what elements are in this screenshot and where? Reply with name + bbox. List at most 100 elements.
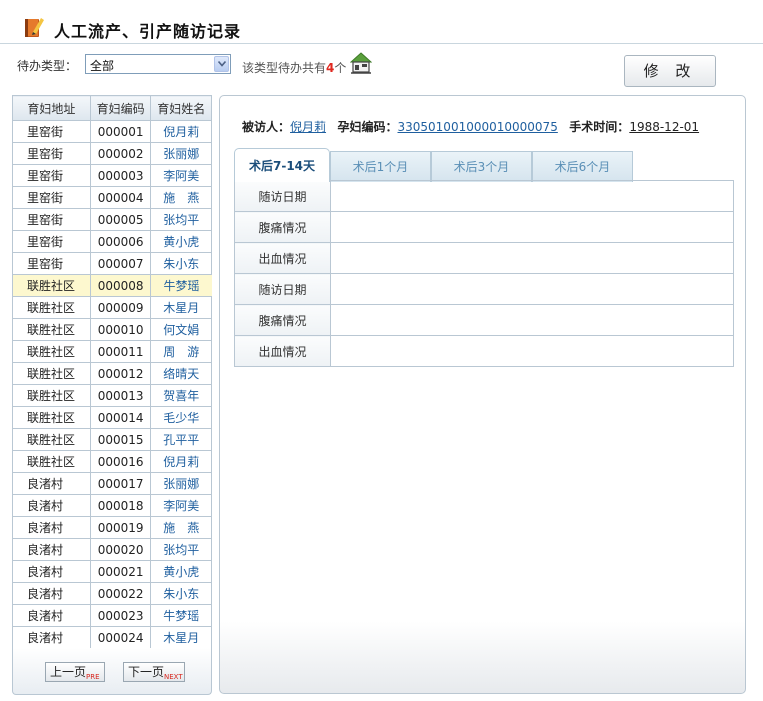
name-cell[interactable]: 周 游 <box>150 340 212 363</box>
address-cell: 良渚村 <box>12 582 91 605</box>
filter-label: 待办类型： <box>17 59 78 73</box>
code-cell: 000008 <box>89 274 152 297</box>
table-row[interactable]: 良渚村 000024 木星月 <box>12 626 212 649</box>
code-cell: 000004 <box>89 186 152 209</box>
visit-info: 被访人：倪月莉 孕妇编码：330501001000010000075 手术时间：… <box>242 118 699 135</box>
name-cell[interactable]: 木星月 <box>150 296 212 319</box>
tab-6-months[interactable]: 术后6个月 <box>532 151 633 182</box>
table-row[interactable]: 联胜社区 000014 毛少华 <box>12 406 212 429</box>
follow-up-field-value[interactable] <box>330 242 734 274</box>
name-cell[interactable]: 张均平 <box>150 208 212 231</box>
table-row[interactable]: 良渚村 000023 牛梦瑶 <box>12 604 212 627</box>
table-row[interactable]: 里窑街 000007 朱小东 <box>12 252 212 275</box>
table-row[interactable]: 良渚村 000018 李阿美 <box>12 494 212 517</box>
address-cell: 里窑街 <box>12 164 91 187</box>
table-row[interactable]: 联胜社区 000010 何文娟 <box>12 318 212 341</box>
title-bar: 人工流产、引产随访记录 <box>0 0 763 44</box>
table-row[interactable]: 联胜社区 000009 木星月 <box>12 296 212 319</box>
follow-up-field-value[interactable] <box>330 335 734 367</box>
name-cell[interactable]: 张丽娜 <box>150 142 212 165</box>
table-row[interactable]: 联胜社区 000015 孔平平 <box>12 428 212 451</box>
name-cell[interactable]: 何文娟 <box>150 318 212 341</box>
table-row[interactable]: 联胜社区 000011 周 游 <box>12 340 212 363</box>
name-cell[interactable]: 黄小虎 <box>150 560 212 583</box>
todo-count-text: 该类型待办共有4个 <box>242 61 347 75</box>
follow-up-field-value[interactable] <box>330 273 734 305</box>
name-cell[interactable]: 李阿美 <box>150 494 212 517</box>
table-row[interactable]: 良渚村 000022 朱小东 <box>12 582 212 605</box>
name-cell[interactable]: 牛梦瑶 <box>150 604 212 627</box>
edit-button[interactable]: 修 改 <box>624 55 716 87</box>
follow-up-field-value[interactable] <box>330 304 734 336</box>
table-row[interactable]: 里窑街 000003 李阿美 <box>12 164 212 187</box>
todo-type-value: 全部 <box>90 59 115 73</box>
house-icon[interactable] <box>350 52 372 74</box>
visitee-name-link[interactable]: 倪月莉 <box>290 120 326 134</box>
table-row[interactable]: 良渚村 000017 张丽娜 <box>12 472 212 495</box>
name-cell[interactable]: 施 燕 <box>150 186 212 209</box>
name-cell[interactable]: 木星月 <box>150 626 212 649</box>
address-cell: 联胜社区 <box>12 406 91 429</box>
column-header-name[interactable]: 育妇姓名 <box>150 95 212 121</box>
table-row[interactable]: 良渚村 000019 施 燕 <box>12 516 212 539</box>
column-header-code[interactable]: 育妇编码 <box>89 95 152 121</box>
code-cell: 000021 <box>89 560 152 583</box>
name-cell[interactable]: 倪月莉 <box>150 120 212 143</box>
address-cell: 良渚村 <box>12 494 91 517</box>
address-cell: 里窑街 <box>12 208 91 231</box>
name-cell[interactable]: 张丽娜 <box>150 472 212 495</box>
table-row[interactable]: 良渚村 000020 张均平 <box>12 538 212 561</box>
todo-type-select[interactable]: 全部 <box>85 54 231 74</box>
follow-up-field-label: 腹痛情况 <box>234 304 331 336</box>
name-cell[interactable]: 孔平平 <box>150 428 212 451</box>
name-cell[interactable]: 络晴天 <box>150 362 212 385</box>
code-cell: 000019 <box>89 516 152 539</box>
pregnant-code-link[interactable]: 330501001000010000075 <box>398 120 558 134</box>
code-label: 孕妇编码： <box>337 120 398 134</box>
code-cell: 000023 <box>89 604 152 627</box>
tab-3-months[interactable]: 术后3个月 <box>431 151 532 182</box>
name-cell[interactable]: 倪月莉 <box>150 450 212 473</box>
code-cell: 000016 <box>89 450 152 473</box>
address-cell: 联胜社区 <box>12 450 91 473</box>
name-cell[interactable]: 朱小东 <box>150 582 212 605</box>
follow-up-field-label: 出血情况 <box>234 242 331 274</box>
address-cell: 联胜社区 <box>12 274 91 297</box>
prev-page-button[interactable]: 上一页PRE <box>45 662 105 682</box>
table-row[interactable]: 里窑街 000004 施 燕 <box>12 186 212 209</box>
table-row[interactable]: 里窑街 000005 张均平 <box>12 208 212 231</box>
code-cell: 000018 <box>89 494 152 517</box>
follow-up-field-value[interactable] <box>330 180 734 212</box>
follow-up-row: 腹痛情况 <box>234 211 734 243</box>
follow-up-field-label: 随访日期 <box>234 180 331 212</box>
name-cell[interactable]: 李阿美 <box>150 164 212 187</box>
table-row[interactable]: 联胜社区 000013 贺喜年 <box>12 384 212 407</box>
code-cell: 000002 <box>89 142 152 165</box>
table-row[interactable]: 里窑街 000002 张丽娜 <box>12 142 212 165</box>
chevron-down-icon[interactable] <box>214 56 229 72</box>
table-row[interactable]: 联胜社区 000012 络晴天 <box>12 362 212 385</box>
table-row[interactable]: 联胜社区 000016 倪月莉 <box>12 450 212 473</box>
code-cell: 000011 <box>89 340 152 363</box>
name-cell[interactable]: 牛梦瑶 <box>150 274 212 297</box>
name-cell[interactable]: 黄小虎 <box>150 230 212 253</box>
name-cell[interactable]: 张均平 <box>150 538 212 561</box>
next-page-button[interactable]: 下一页NEXT <box>123 662 185 682</box>
table-row[interactable]: 联胜社区 000008 牛梦瑶 <box>12 274 212 297</box>
table-row[interactable]: 良渚村 000021 黄小虎 <box>12 560 212 583</box>
name-cell[interactable]: 贺喜年 <box>150 384 212 407</box>
follow-up-table: 随访日期 腹痛情况 出血情况 随访日期 腹痛情况 出血情况 <box>234 180 734 367</box>
code-cell: 000020 <box>89 538 152 561</box>
tab-7-14-days[interactable]: 术后7-14天 <box>234 148 330 182</box>
table-row[interactable]: 里窑街 000001 倪月莉 <box>12 120 212 143</box>
column-header-address[interactable]: 育妇地址 <box>12 95 91 121</box>
tab-1-month[interactable]: 术后1个月 <box>330 151 431 182</box>
follow-up-field-value[interactable] <box>330 211 734 243</box>
name-cell[interactable]: 毛少华 <box>150 406 212 429</box>
table-row[interactable]: 里窑街 000006 黄小虎 <box>12 230 212 253</box>
code-cell: 000001 <box>89 120 152 143</box>
name-cell[interactable]: 朱小东 <box>150 252 212 275</box>
pregnant-woman-table: 育妇地址 育妇编码 育妇姓名 里窑街 000001 倪月莉 里窑街 000002 张丽娜里… <box>12 95 212 649</box>
follow-up-row: 随访日期 <box>234 180 734 212</box>
name-cell[interactable]: 施 燕 <box>150 516 212 539</box>
